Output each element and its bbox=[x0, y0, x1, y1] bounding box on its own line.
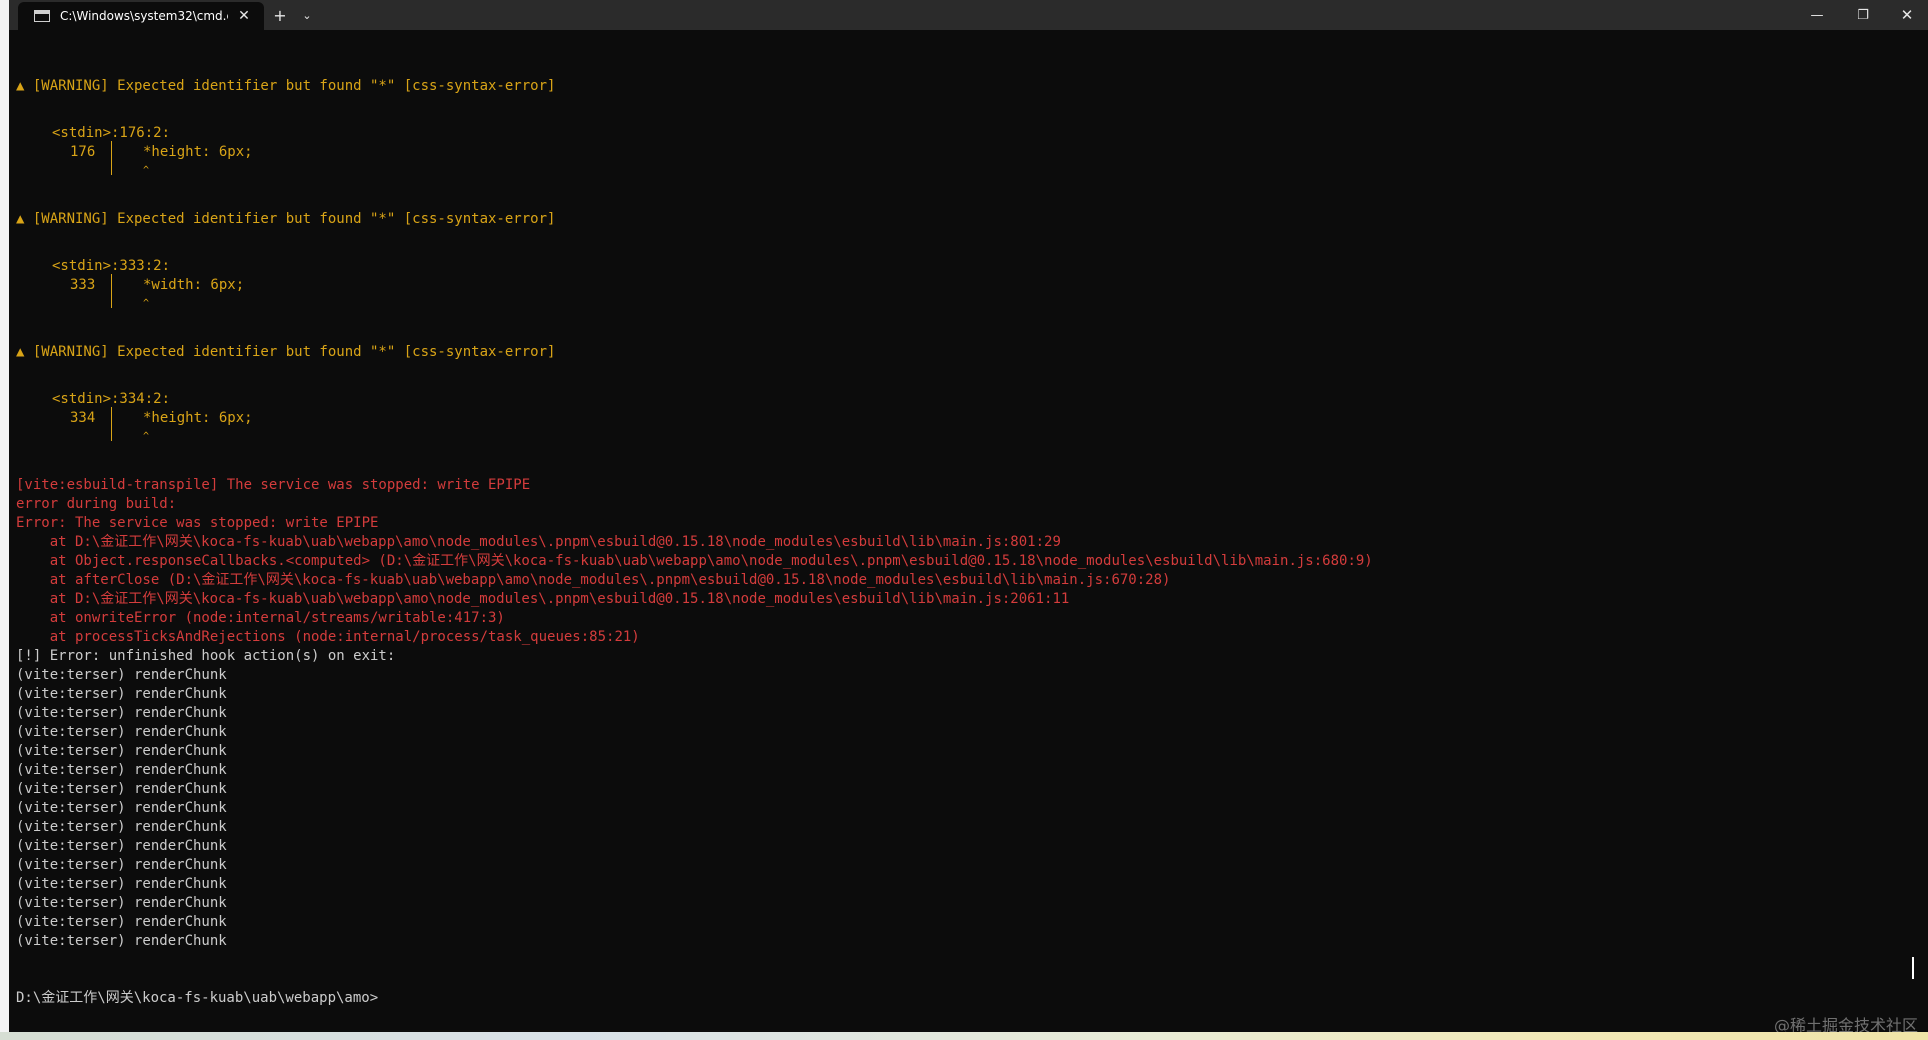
stack-trace-line: at D:\金证工作\网关\koca-fs-kuab\uab\webapp\am… bbox=[16, 591, 1070, 607]
warning-caret: ^ bbox=[143, 431, 150, 442]
hook-line: (vite:terser) renderChunk bbox=[16, 800, 227, 816]
warning-code: *height: 6px; bbox=[143, 410, 253, 426]
hook-error-line: [!] Error: unfinished hook action(s) on … bbox=[16, 648, 396, 664]
desktop-edge bbox=[0, 0, 9, 1040]
hook-line: (vite:terser) renderChunk bbox=[16, 838, 227, 854]
error-line: error during build: bbox=[16, 496, 177, 512]
maximize-button[interactable]: ❐ bbox=[1840, 0, 1886, 30]
terminal-output[interactable]: ▲ [WARNING] Expected identifier but foun… bbox=[9, 30, 1918, 1032]
hook-line: (vite:terser) renderChunk bbox=[16, 914, 227, 930]
hook-line: (vite:terser) renderChunk bbox=[16, 895, 227, 911]
warning-caret: ^ bbox=[143, 165, 150, 176]
code-gutter bbox=[111, 274, 112, 308]
text-cursor bbox=[1912, 957, 1914, 979]
hook-line: (vite:terser) renderChunk bbox=[16, 781, 227, 797]
taskbar-edge bbox=[0, 1032, 1928, 1040]
warning-code: *width: 6px; bbox=[143, 277, 245, 293]
hook-line: (vite:terser) renderChunk bbox=[16, 819, 227, 835]
warning-caret: ^ bbox=[143, 298, 150, 309]
stack-trace-line: at onwriteError (node:internal/streams/w… bbox=[16, 610, 505, 626]
code-gutter bbox=[111, 141, 112, 175]
hook-line: (vite:terser) renderChunk bbox=[16, 705, 227, 721]
hook-line: (vite:terser) renderChunk bbox=[16, 876, 227, 892]
terminal-window: C:\Windows\system32\cmd.e: ✕ + ⌄ — ❐ ✕ ▲… bbox=[0, 0, 1928, 1040]
warning-line-number: 176 bbox=[70, 144, 96, 160]
warning-line-number: 334 bbox=[70, 410, 96, 426]
warning-code: *height: 6px; bbox=[143, 144, 253, 160]
hook-line: (vite:terser) renderChunk bbox=[16, 762, 227, 778]
warning-header: ▲ [WARNING] Expected identifier but foun… bbox=[16, 344, 556, 360]
hook-line: (vite:terser) renderChunk bbox=[16, 857, 227, 873]
hook-line: (vite:terser) renderChunk bbox=[16, 724, 227, 740]
tab-title: C:\Windows\system32\cmd.e: bbox=[60, 9, 228, 23]
console-icon bbox=[34, 10, 50, 22]
chevron-down-icon[interactable]: ⌄ bbox=[297, 0, 317, 30]
code-gutter bbox=[111, 407, 112, 441]
close-button[interactable]: ✕ bbox=[1886, 0, 1928, 30]
error-line: [vite:esbuild-transpile] The service was… bbox=[16, 477, 531, 493]
hook-line: (vite:terser) renderChunk bbox=[16, 667, 227, 683]
command-prompt[interactable]: D:\金证工作\网关\koca-fs-kuab\uab\webapp\amo> bbox=[16, 989, 378, 1008]
new-tab-button[interactable]: + bbox=[268, 0, 292, 30]
hook-line: (vite:terser) renderChunk bbox=[16, 686, 227, 702]
close-tab-icon[interactable]: ✕ bbox=[236, 8, 252, 24]
stack-trace-line: at afterClose (D:\金证工作\网关\koca-fs-kuab\u… bbox=[16, 572, 1171, 588]
error-line: Error: The service was stopped: write EP… bbox=[16, 515, 379, 531]
minimize-button[interactable]: — bbox=[1794, 0, 1840, 30]
stack-trace-line: at processTicksAndRejections (node:inter… bbox=[16, 629, 640, 645]
warning-header: ▲ [WARNING] Expected identifier but foun… bbox=[16, 78, 556, 94]
tab-cmd[interactable]: C:\Windows\system32\cmd.e: ✕ bbox=[18, 2, 264, 30]
stack-trace-line: at Object.responseCallbacks.<computed> (… bbox=[16, 553, 1373, 569]
warning-line-number: 333 bbox=[70, 277, 96, 293]
stack-trace-line: at D:\金证工作\网关\koca-fs-kuab\uab\webapp\am… bbox=[16, 534, 1061, 550]
hook-line: (vite:terser) renderChunk bbox=[16, 933, 227, 949]
warning-header: ▲ [WARNING] Expected identifier but foun… bbox=[16, 211, 556, 227]
hook-line: (vite:terser) renderChunk bbox=[16, 743, 227, 759]
